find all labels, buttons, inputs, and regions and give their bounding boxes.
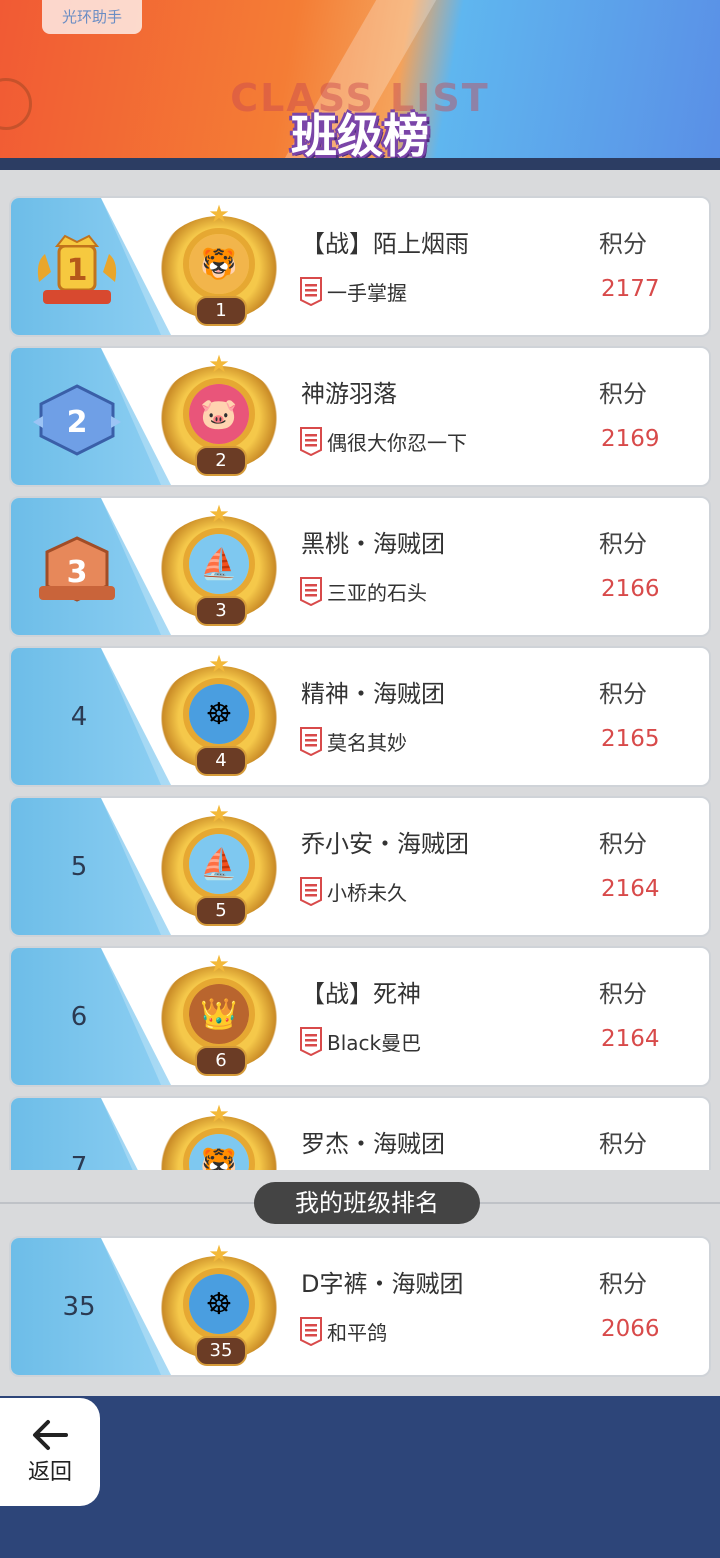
- rank-number: 7: [70, 1151, 88, 1171]
- medal-rank: 1: [195, 296, 247, 326]
- team-name: 乔小安・海贼团: [301, 830, 469, 858]
- rank-number: 6: [70, 1001, 88, 1032]
- header-divider: [0, 158, 720, 170]
- leader-flag-icon: [300, 277, 322, 306]
- leader-flag-icon: [300, 1027, 322, 1056]
- leader-row: 一手掌握: [299, 276, 407, 306]
- ship-icon: ⛵: [189, 534, 249, 594]
- team-medal: ★ ⛵ 3: [157, 502, 281, 630]
- bronze-badge-icon: 3: [39, 536, 115, 602]
- leader-flag-icon: [300, 577, 322, 606]
- team-medal: ★ ☸ 4: [157, 652, 281, 780]
- leader-flag-icon: [300, 727, 322, 756]
- leader-name: 偶很大你忍一下: [327, 430, 467, 455]
- team-medal: ★ 👑 6: [157, 952, 281, 1080]
- team-name: 罗杰・海贼团: [301, 1130, 445, 1158]
- leader-name: 三亚的石头: [327, 580, 427, 605]
- ship-icon: ⛵: [189, 834, 249, 894]
- team-medal: ★ 🐷 2: [157, 352, 281, 480]
- score-label: 积分: [599, 230, 647, 258]
- leader-name: 莫名其妙: [327, 730, 407, 755]
- crown-icon: 👑: [189, 984, 249, 1044]
- leader-name: 和平鸽: [327, 1320, 387, 1345]
- svg-text:2: 2: [67, 405, 88, 440]
- score-value: 2164: [601, 1026, 660, 1052]
- leader-row: 和平鸽: [299, 1316, 387, 1346]
- score-label: 积分: [599, 830, 647, 858]
- score-label: 积分: [599, 1130, 647, 1158]
- class-ranking-list[interactable]: 1 ★ 🐯 1 【战】陌上烟雨 一手掌握 积分 2177 2 ★ 🐷 2 神游羽…: [0, 170, 720, 1170]
- leader-row: 偶很大你忍一下: [299, 426, 467, 456]
- gold-trophy-icon: 1: [37, 234, 117, 304]
- my-rank-label: 我的班级排名: [254, 1182, 480, 1224]
- medal-rank: 5: [195, 896, 247, 926]
- back-label: 返回: [27, 1460, 72, 1485]
- rank-number: 4: [70, 701, 88, 732]
- team-name: 精神・海贼团: [301, 680, 445, 708]
- svg-text:1: 1: [67, 253, 88, 288]
- list-item[interactable]: 1 ★ 🐯 1 【战】陌上烟雨 一手掌握 积分 2177: [9, 196, 711, 337]
- list-item[interactable]: 4 ★ ☸ 4 精神・海贼团 莫名其妙 积分 2165: [9, 646, 711, 787]
- medal-rank: 35: [195, 1336, 247, 1366]
- leader-name: 小桥未久: [327, 880, 407, 905]
- leader-row: 三亚的石头: [299, 576, 427, 606]
- ship-wheel-icon: ☸: [189, 684, 249, 744]
- header-banner: 光环助手 CLASS LIST 班级榜: [0, 0, 720, 162]
- score-value: 2165: [601, 726, 660, 752]
- page-title: 班级榜: [291, 109, 429, 162]
- ship-wheel-icon: ☸: [189, 1274, 249, 1334]
- app-tag: 光环助手: [42, 0, 142, 34]
- team-medal: ★ 🐯: [157, 1102, 281, 1170]
- score-value: 2177: [601, 276, 660, 302]
- team-medal: ★ ☸ 35: [157, 1242, 281, 1370]
- medal-rank: 3: [195, 596, 247, 626]
- list-item[interactable]: 3 ★ ⛵ 3 黑桃・海贼团 三亚的石头 积分 2166: [9, 496, 711, 637]
- list-item[interactable]: 5 ★ ⛵ 5 乔小安・海贼团 小桥未久 积分 2164: [9, 796, 711, 937]
- back-arrow-icon: [33, 1420, 68, 1450]
- team-name: 黑桃・海贼团: [301, 530, 445, 558]
- score-label: 积分: [599, 680, 647, 708]
- bottom-bar: [0, 1396, 720, 1558]
- score-value: 2066: [601, 1316, 660, 1342]
- team-name: 神游羽落: [301, 380, 397, 408]
- team-name: 【战】陌上烟雨: [301, 230, 469, 258]
- leader-flag-icon: [300, 877, 322, 906]
- team-medal: ★ ⛵ 5: [157, 802, 281, 930]
- rank-number: 35: [62, 1291, 96, 1322]
- list-item[interactable]: 7 ★ 🐯 罗杰・海贼团 积分: [9, 1096, 711, 1170]
- score-label: 积分: [599, 980, 647, 1008]
- score-label: 积分: [599, 380, 647, 408]
- list-item[interactable]: 2 ★ 🐷 2 神游羽落 偶很大你忍一下 积分 2169: [9, 346, 711, 487]
- leader-row: 莫名其妙: [299, 726, 407, 756]
- pig-icon: 🐷: [189, 384, 249, 444]
- score-value: 2164: [601, 876, 660, 902]
- svg-text:3: 3: [67, 555, 88, 590]
- leader-flag-icon: [300, 427, 322, 456]
- leader-flag-icon: [300, 1317, 322, 1346]
- silver-badge-icon: 2: [33, 384, 121, 456]
- leader-name: Black曼巴: [327, 1030, 422, 1055]
- team-name: D字裤・海贼团: [301, 1270, 464, 1298]
- score-label: 积分: [599, 530, 647, 558]
- leader-name: 一手掌握: [327, 280, 407, 305]
- list-item[interactable]: 6 ★ 👑 6 【战】死神 Black曼巴 积分 2164: [9, 946, 711, 1087]
- team-medal: ★ 🐯 1: [157, 202, 281, 330]
- score-value: 2166: [601, 576, 660, 602]
- score-label: 积分: [599, 1270, 647, 1298]
- rank-number: 5: [70, 851, 88, 882]
- leader-row: 小桥未久: [299, 876, 407, 906]
- leader-row: Black曼巴: [299, 1026, 421, 1056]
- medal-rank: 6: [195, 1046, 247, 1076]
- back-button[interactable]: 返回: [0, 1398, 100, 1506]
- medal-rank: 4: [195, 746, 247, 776]
- tiger-icon: 🐯: [189, 234, 249, 294]
- team-name: 【战】死神: [301, 980, 421, 1008]
- score-value: 2169: [601, 426, 660, 452]
- medal-rank: 2: [195, 446, 247, 476]
- my-rank-card[interactable]: 35 ★ ☸ 35 D字裤・海贼团 和平鸽 积分 2066: [9, 1236, 711, 1377]
